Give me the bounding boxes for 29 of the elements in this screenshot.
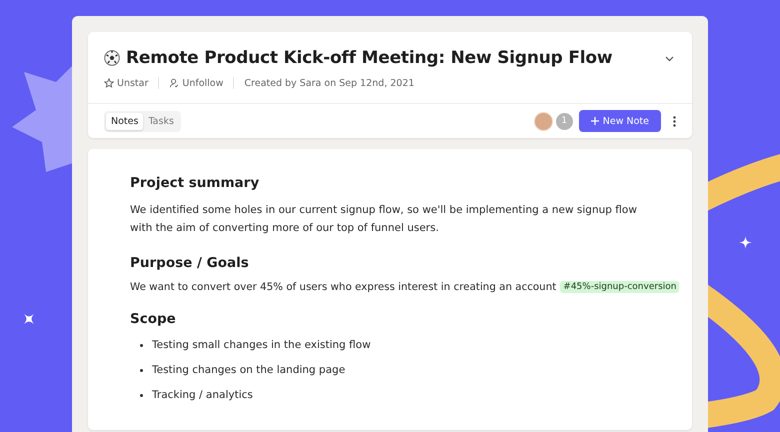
new-note-button[interactable]: New Note [578,110,661,132]
list-item: Testing changes on the landing page [152,364,346,376]
avatar [534,112,553,130]
section-heading: Project summary [130,175,260,191]
bullet-icon [140,394,143,396]
paragraph: We identified some holes in our current signup flow, so we'll be implementing a new signup flow with the aim of converting more of our top of funnel users. [130,203,638,236]
more-icon[interactable] [673,116,676,126]
section-heading: Scope [130,311,177,327]
plus-icon [590,117,599,125]
chevron-down-icon[interactable] [665,56,674,62]
collaborator-count: 1 [556,112,573,130]
list-item: Tracking / analytics [152,389,253,401]
section-heading: Purpose / Goals [130,255,250,271]
bullet-icon [140,368,143,372]
tab[interactable]: Tasks [143,112,179,130]
hashtag[interactable]: #45%-signup-conversion [560,281,680,293]
created-by-text: Created by Sara on Sep 12nd, 2021 [244,78,414,88]
bullet-icon [140,344,143,346]
soccer-ball-icon [104,50,120,66]
list-item: Testing small changes in the existing flow [152,339,371,351]
meeting-title: Remote Product Kick-off Meeting: New Signup Flow [126,48,612,68]
sparkle-icon [739,236,752,249]
unfollow-button[interactable]: Unfollow [169,78,234,88]
person-icon [169,78,180,88]
paragraph: We want to convert over 45% of users who express interest in creating an account [130,281,556,293]
sparkle-icon [22,312,36,326]
unstar-button[interactable]: Unstar [104,78,158,88]
tab[interactable]: Notes [106,112,144,130]
star-icon [104,78,114,88]
